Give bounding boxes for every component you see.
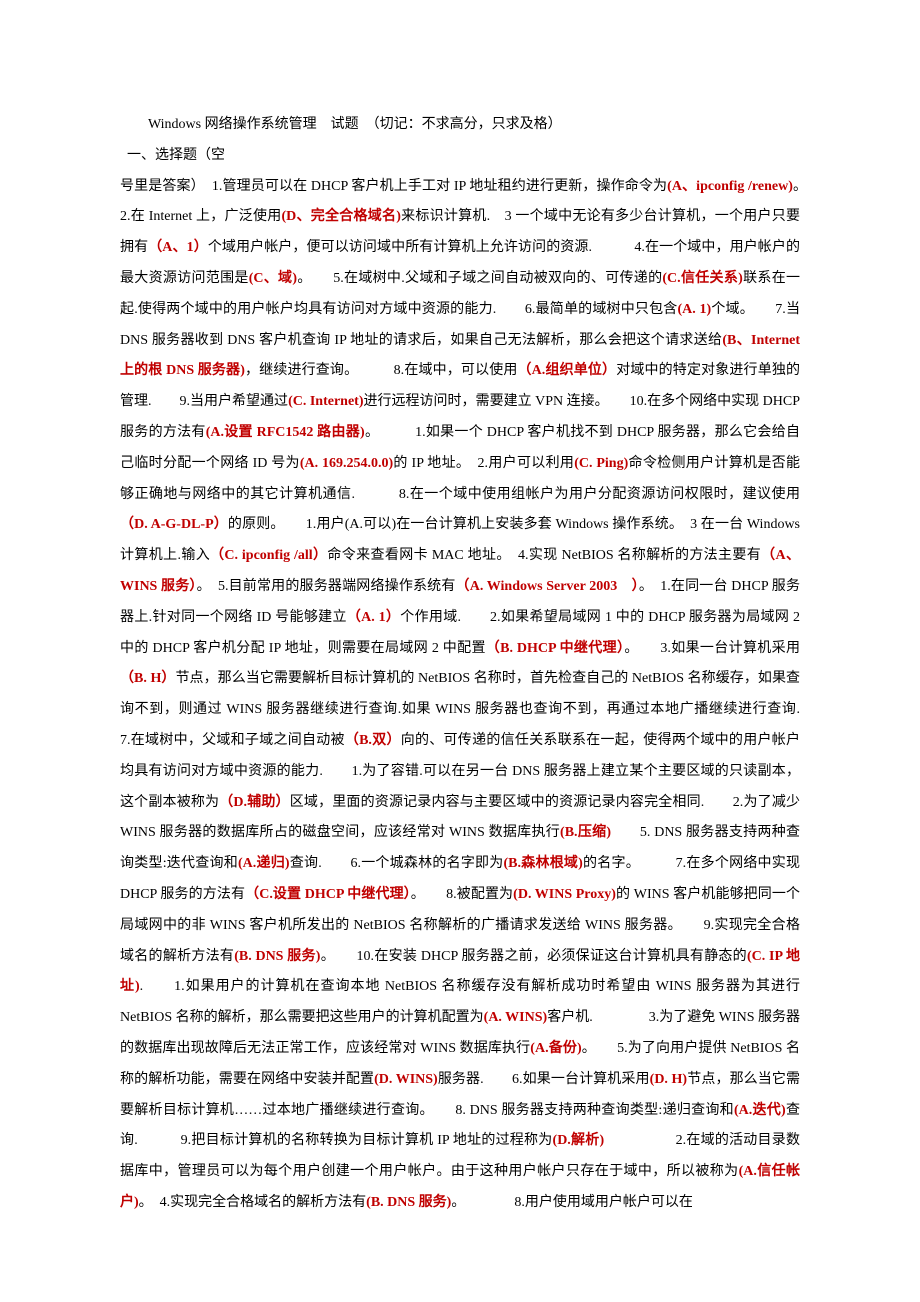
text-run: 1.管理员可以在 DHCP 客户机上手工对 IP 地址租约进行更新，操作命令为: [212, 179, 667, 194]
answer-57: (A. WINS): [484, 1010, 548, 1025]
answer-31: （A. Windows Server 2003 ）: [456, 579, 639, 594]
answer-49: （C.设置 DHCP 中继代理）: [245, 887, 411, 902]
answer-35: （B. DHCP 中继代理）: [486, 641, 625, 656]
answer-65: (A.迭代): [734, 1103, 786, 1118]
answer-5: （A、1）: [148, 240, 208, 255]
answer-63: (D. H): [650, 1072, 687, 1087]
answer-15: （A.组织单位）: [518, 363, 617, 378]
answer-7: (C、域): [249, 271, 297, 286]
answer-47: (B.森林根域): [504, 856, 583, 871]
answer-27: （C. ipconfig /all）: [210, 548, 327, 563]
answer-21: (A. 169.254.0.0): [300, 456, 393, 471]
answer-11: (A. 1): [678, 302, 712, 317]
answer-71: (B. DNS 服务): [366, 1195, 451, 1210]
text-run: 查询. 6.一个城森林的名字即为: [290, 856, 504, 871]
text-run: 。 5.在域树中.父域和子域之间自动被双向的、可传递的: [297, 271, 662, 286]
text-run: 服务器. 6.如果一台计算机采用: [438, 1072, 650, 1087]
text-run: 。 5.目前常用的服务器端网络操作系统有: [197, 579, 456, 594]
text-run: ，继续进行查询。 8.在域中，可以使用: [245, 363, 518, 378]
text-run: 。 8.被配置为: [411, 887, 513, 902]
answer-67: (D.解析): [553, 1133, 605, 1148]
answer-19: (A.设置 RFC1542 路由器): [206, 425, 365, 440]
answer-3: (D、完全合格域名): [281, 209, 400, 224]
text-run: 。 4.实现完全合格域名的解析方法有: [139, 1195, 367, 1210]
question-body: 号里是答案） 1.管理员可以在 DHCP 客户机上手工对 IP 地址租约进行更新…: [120, 172, 800, 1219]
answer-45: (A.递归): [238, 856, 290, 871]
text-run: 命令来查看网卡 MAC 地址。 4.实现 NetBIOS 名称解析的方法主要有: [327, 548, 761, 563]
lead-text: 号里是答案）: [120, 179, 212, 194]
answer-41: （D.辅助）: [219, 795, 289, 810]
answer-25: （D. A-G-DL-P）: [120, 517, 228, 532]
answer-9: (C.信任关系): [662, 271, 742, 286]
answer-51: (D. WINS Proxy): [513, 887, 616, 902]
answer-43: (B.压缩): [560, 825, 611, 840]
answer-17: (C. Internet): [288, 394, 363, 409]
answer-53: (B. DNS 服务): [234, 949, 320, 964]
page: Windows 网络操作系统管理 试题 （切记：不求高分，只求及格） 一、选择题…: [0, 0, 920, 1302]
text-run: 。 3.如果一台计算机采用: [624, 641, 800, 656]
answer-39: （B.双）: [345, 733, 401, 748]
answer-61: (D. WINS): [374, 1072, 438, 1087]
text-run: 。 8.用户使用域用户帐户可以在: [451, 1195, 693, 1210]
section-heading: 一、选择题（空: [120, 141, 800, 172]
answer-59: (A.备份): [530, 1041, 581, 1056]
document-title: Windows 网络操作系统管理 试题 （切记：不求高分，只求及格）: [120, 110, 800, 141]
answer-1: (A、ipconfig /renew): [667, 179, 793, 194]
text-run: 的 IP 地址。 2.用户可以利用: [393, 456, 574, 471]
answer-37: （B. H）: [120, 671, 175, 686]
answer-33: （A. 1）: [347, 610, 400, 625]
answer-23: (C. Ping): [574, 456, 628, 471]
text-run: 。 10.在安装 DHCP 服务器之前，必须保证这台计算机具有静态的: [320, 949, 747, 964]
